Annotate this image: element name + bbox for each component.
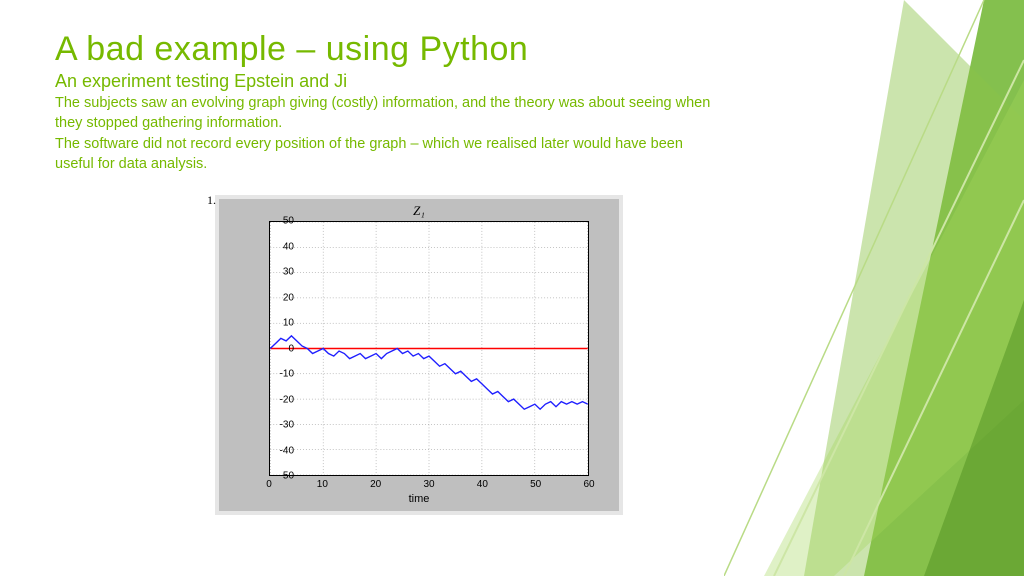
- x-tick-label: 0: [266, 479, 272, 490]
- slide: A bad example – using Python An experime…: [0, 0, 1024, 576]
- y-tick-label: 0: [264, 343, 294, 354]
- y-tick-label: -20: [264, 394, 294, 405]
- body-text-2: The software did not record every positi…: [55, 135, 715, 174]
- chart-series: [270, 222, 588, 475]
- slide-subtitle: An experiment testing Epstein and Ji: [55, 71, 755, 92]
- y-tick-label: 50: [264, 216, 294, 227]
- x-tick-label: 50: [530, 479, 541, 490]
- decorative-background: [724, 0, 1024, 576]
- y-tick-label: -10: [264, 369, 294, 380]
- chart-plot-area: [269, 221, 589, 476]
- y-tick-label: -30: [264, 420, 294, 431]
- body-text-1: The subjects saw an evolving graph givin…: [55, 94, 715, 133]
- chart-figure: Z₁ -50-40-30-20-1001020304050 0102030405…: [219, 199, 619, 511]
- chart-container: 1. Z₁ -50-40-30-20-1001020304050 0102030…: [215, 195, 623, 515]
- x-tick-label: 10: [317, 479, 328, 490]
- text-content: A bad example – using Python An experime…: [55, 30, 755, 174]
- y-tick-label: 40: [264, 241, 294, 252]
- x-tick-label: 60: [583, 479, 594, 490]
- x-tick-label: 40: [477, 479, 488, 490]
- y-tick-label: 20: [264, 292, 294, 303]
- x-axis-label: time: [219, 493, 619, 505]
- y-tick-label: 30: [264, 267, 294, 278]
- x-tick-label: 30: [423, 479, 434, 490]
- chart-index-label: 1.: [207, 193, 216, 208]
- slide-title: A bad example – using Python: [55, 30, 755, 69]
- y-tick-label: 10: [264, 318, 294, 329]
- y-tick-label: -40: [264, 445, 294, 456]
- x-tick-label: 20: [370, 479, 381, 490]
